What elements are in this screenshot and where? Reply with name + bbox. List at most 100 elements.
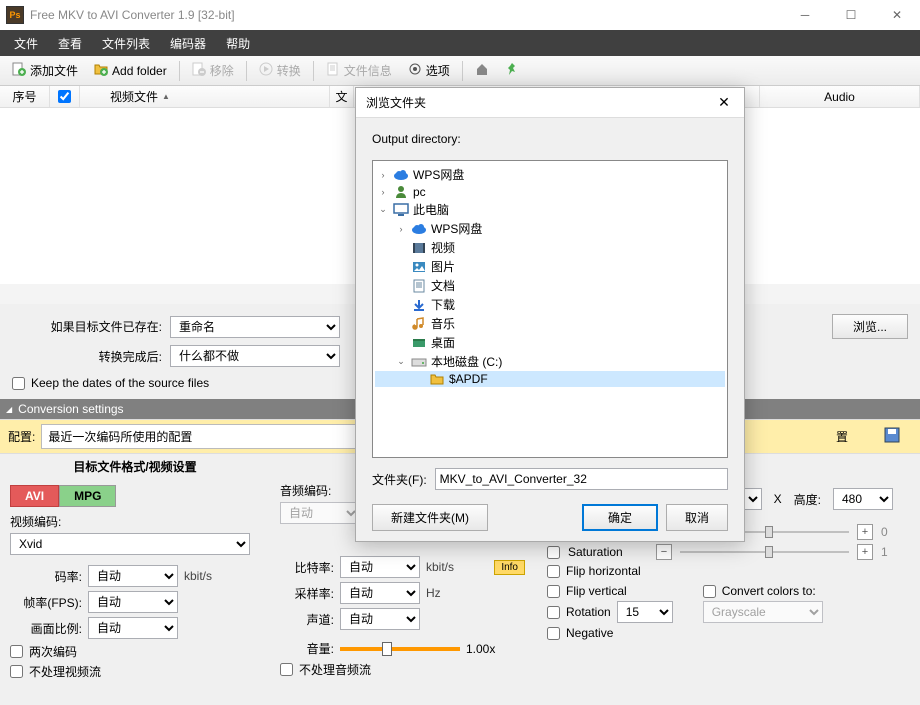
convert-button[interactable]: 转换: [253, 59, 307, 82]
folder-tree[interactable]: ›WPS网盘›pc⌄此电脑›WPS网盘视频图片文档下载音乐桌面⌄本地磁盘 (C:…: [372, 160, 728, 458]
tab-mpg[interactable]: MPG: [59, 485, 116, 507]
user-icon: [393, 185, 409, 199]
ok-button[interactable]: 确定: [582, 504, 658, 531]
tree-item[interactable]: 视频: [375, 238, 725, 257]
config-save-icon[interactable]: [884, 427, 900, 446]
tree-item-label: WPS网盘: [431, 220, 482, 237]
tree-item[interactable]: ⌄ 本地磁盘 (C:): [375, 352, 725, 371]
maximize-button[interactable]: ☐: [828, 0, 874, 30]
expand-icon[interactable]: ›: [377, 170, 389, 180]
saturation-slider[interactable]: [680, 551, 849, 553]
close-button[interactable]: ✕: [874, 0, 920, 30]
options-button[interactable]: 选项: [402, 59, 456, 82]
col-seq[interactable]: 序号: [0, 86, 50, 107]
browse-button[interactable]: 浏览...: [832, 314, 908, 339]
rotation-select[interactable]: 15: [617, 601, 673, 623]
fps-select[interactable]: 自动: [88, 591, 178, 613]
tree-item[interactable]: 桌面: [375, 333, 725, 352]
menu-help[interactable]: 帮助: [216, 31, 260, 56]
skip-video-checkbox[interactable]: [10, 665, 23, 678]
home-button[interactable]: [469, 59, 495, 82]
doc-icon: [411, 279, 427, 293]
convert-colors-select[interactable]: Grayscale: [703, 601, 823, 623]
col-audio[interactable]: Audio: [760, 86, 920, 107]
skip-audio-checkbox[interactable]: [280, 663, 293, 676]
pin-button[interactable]: [499, 59, 525, 82]
tree-item-label: 音乐: [431, 315, 455, 332]
audio-bitrate-label: 比特率:: [280, 559, 334, 576]
add-folder-button[interactable]: Add folder: [88, 59, 173, 82]
after-convert-select[interactable]: 什么都不做: [170, 345, 340, 367]
file-info-button[interactable]: 文件信息: [320, 59, 398, 82]
tree-item[interactable]: 图片: [375, 257, 725, 276]
samplerate-select[interactable]: 自动: [340, 582, 420, 604]
volume-slider[interactable]: [340, 647, 460, 651]
aspect-label: 画面比例:: [10, 620, 82, 637]
tree-item[interactable]: 音乐: [375, 314, 725, 333]
keep-dates-label: Keep the dates of the source files: [31, 376, 209, 390]
collapse-icon: ◢: [6, 405, 12, 414]
keep-dates-checkbox[interactable]: [12, 377, 25, 390]
bitrate-select[interactable]: 自动: [88, 565, 178, 587]
audio-bitrate-select[interactable]: 自动: [340, 556, 420, 578]
target-format-heading: 目标文件格式/视频设置: [0, 454, 270, 479]
tree-item-label: WPS网盘: [413, 166, 464, 183]
flip-h-checkbox[interactable]: [547, 565, 560, 578]
cloud-icon: [411, 222, 427, 236]
new-folder-button[interactable]: 新建文件夹(M): [372, 504, 488, 531]
flip-v-checkbox[interactable]: [547, 585, 560, 598]
saturation-minus[interactable]: −: [656, 544, 672, 560]
negative-checkbox[interactable]: [547, 627, 560, 640]
dialog-prompt: Output directory:: [372, 132, 728, 146]
height-select[interactable]: 480: [833, 488, 893, 510]
tree-item-label: 此电脑: [413, 201, 449, 218]
channels-select[interactable]: 自动: [340, 608, 420, 630]
add-file-button[interactable]: 添加文件: [6, 59, 84, 82]
folder-icon: [429, 372, 445, 386]
menu-view[interactable]: 查看: [48, 31, 92, 56]
tree-item[interactable]: › WPS网盘: [375, 219, 725, 238]
remove-button[interactable]: 移除: [186, 59, 240, 82]
format-tabs: AVI MPG: [10, 485, 260, 507]
home-icon: [475, 62, 489, 79]
folder-name-input[interactable]: [435, 468, 728, 490]
aspect-select[interactable]: 自动: [88, 617, 178, 639]
col-video-file[interactable]: 视频文件▲: [80, 86, 330, 107]
tree-item[interactable]: ›pc: [375, 184, 725, 200]
saturation-checkbox[interactable]: [547, 546, 560, 559]
convert-colors-checkbox[interactable]: [703, 585, 716, 598]
select-all-checkbox[interactable]: [58, 90, 71, 103]
expand-icon[interactable]: ›: [395, 224, 407, 234]
tree-item[interactable]: $APDF: [375, 371, 725, 387]
info-icon: [326, 62, 340, 79]
tree-item[interactable]: 文档: [375, 276, 725, 295]
config-label: 配置:: [8, 428, 35, 445]
saturation-plus[interactable]: +: [857, 544, 873, 560]
tree-item[interactable]: › WPS网盘: [375, 165, 725, 184]
rotation-checkbox[interactable]: [547, 606, 560, 619]
menu-encoder[interactable]: 编码器: [160, 31, 216, 56]
tree-item-label: 本地磁盘 (C:): [431, 353, 502, 370]
minimize-button[interactable]: ─: [782, 0, 828, 30]
dialog-close-button[interactable]: ✕: [714, 94, 734, 111]
col-truncated[interactable]: 文: [330, 86, 354, 107]
info-badge[interactable]: Info: [494, 560, 525, 575]
expand-icon[interactable]: ›: [377, 187, 389, 197]
gear-icon: [408, 62, 422, 79]
col-checkbox[interactable]: [50, 86, 80, 107]
play-icon: [259, 62, 273, 79]
two-pass-checkbox[interactable]: [10, 645, 23, 658]
menu-file-list[interactable]: 文件列表: [92, 31, 160, 56]
expand-icon[interactable]: ⌄: [395, 356, 407, 367]
audio-codec-select[interactable]: 自动: [280, 502, 360, 524]
tab-avi[interactable]: AVI: [10, 485, 59, 507]
toolbar: 添加文件 Add folder 移除 转换 文件信息 选项: [0, 56, 920, 86]
if-exists-select[interactable]: 重命名: [170, 316, 340, 338]
tree-item[interactable]: 下载: [375, 295, 725, 314]
tree-item[interactable]: ⌄ 此电脑: [375, 200, 725, 219]
video-codec-select[interactable]: Xvid: [10, 533, 250, 555]
menu-file[interactable]: 文件: [4, 31, 48, 56]
expand-icon[interactable]: ⌄: [377, 204, 389, 215]
brightness-plus[interactable]: +: [857, 524, 873, 540]
cancel-button[interactable]: 取消: [666, 504, 728, 531]
